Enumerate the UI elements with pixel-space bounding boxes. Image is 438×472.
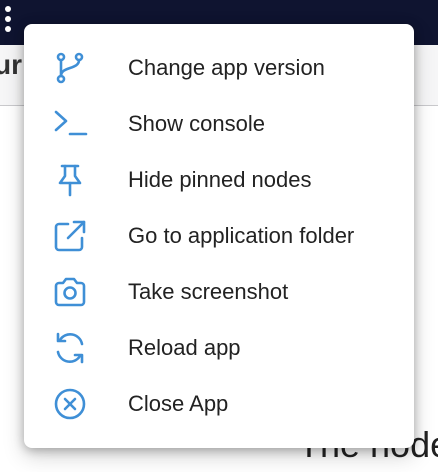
menu-item-take-screenshot[interactable]: Take screenshot [24,264,414,320]
terminal-icon [52,106,88,142]
menu-item-label: Close App [128,391,229,416]
menu-item-show-console[interactable]: Show console [24,96,414,152]
menu-item-label: Change app version [128,55,325,80]
close-circle-icon [52,386,88,422]
menu-item-close-app[interactable]: Close App [24,376,414,432]
menu-item-go-to-application-folder[interactable]: Go to application folder [24,208,414,264]
refresh-icon [52,330,88,366]
sub-header-title: ur [0,49,22,80]
menu-item-reload-app[interactable]: Reload app [24,320,414,376]
kebab-menu-icon[interactable] [3,6,13,38]
pin-icon [52,162,88,198]
menu-item-label: Take screenshot [128,279,289,304]
git-branch-icon [52,50,88,86]
menu-item-label: Go to application folder [128,223,355,248]
menu-item-label: Reload app [128,335,241,360]
camera-icon [52,274,88,310]
menu-item-label: Show console [128,111,265,136]
menu-item-hide-pinned-nodes[interactable]: Hide pinned nodes [24,152,414,208]
menu-item-label: Hide pinned nodes [128,167,312,192]
menu-item-change-app-version[interactable]: Change app version [24,40,414,96]
external-link-icon [52,218,88,254]
context-menu: Change app version Show console Hide pin… [24,24,414,448]
